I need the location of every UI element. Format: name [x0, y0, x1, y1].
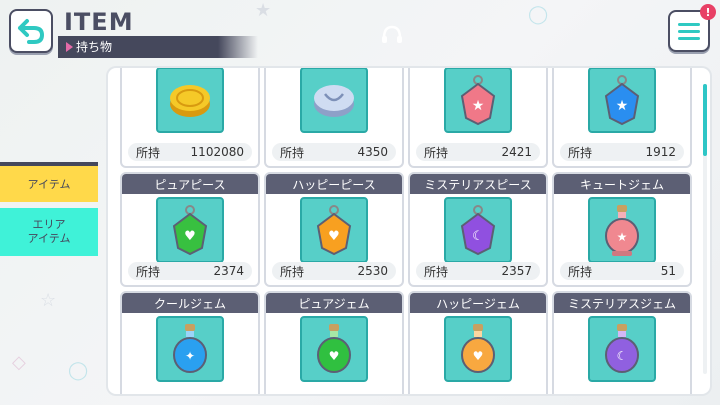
item-card[interactable]: ★ 所持 1912	[552, 68, 692, 168]
item-card[interactable]: ハッピージェム ♥	[408, 291, 548, 394]
item-grid: 所持 1102080 所持 4350 ★ 所持 2421 ★ 所持 1912 ピ…	[120, 68, 696, 394]
item-count-row: 所持 2357	[416, 262, 540, 280]
item-count: 2374	[213, 264, 244, 278]
svg-text:✦: ✦	[185, 349, 195, 363]
item-count: 4350	[357, 145, 388, 159]
owned-label: 所持	[280, 264, 305, 279]
blue-star-piece-icon: ★	[604, 75, 640, 126]
back-arrow-icon	[18, 19, 44, 44]
item-card[interactable]: ピュアピース ♥ 所持 2374	[120, 172, 260, 287]
item-count-row: 所持 2421	[416, 143, 540, 161]
item-name: ミステリアスジェム	[554, 293, 690, 313]
item-card[interactable]: ピュアジェム ♥	[264, 291, 404, 394]
item-icon-frame: ☾	[444, 197, 512, 263]
owned-label: 所持	[424, 264, 449, 279]
tab-item[interactable]: アイテム	[0, 162, 98, 202]
item-count: 1102080	[190, 145, 244, 159]
svg-text:★: ★	[617, 230, 628, 244]
svg-text:♥: ♥	[329, 349, 340, 363]
item-count: 2357	[501, 264, 532, 278]
item-count: 51	[660, 264, 676, 278]
headphones-icon	[382, 25, 402, 43]
pink-star-piece-icon: ★	[460, 75, 496, 126]
item-count-row: 所持 1912	[560, 143, 684, 161]
svg-text:♥: ♥	[184, 229, 196, 244]
background-star-icon: ☆	[40, 290, 57, 311]
item-card[interactable]: キュートジェム ★ 所持 51	[552, 172, 692, 287]
item-icon-frame	[300, 68, 368, 133]
gold-coin-icon	[170, 85, 210, 117]
owned-label: 所持	[280, 145, 305, 160]
pink-jewel-bottle-icon: ★	[605, 205, 639, 256]
item-name: ハッピーピース	[266, 174, 402, 194]
item-name: ピュアピース	[122, 174, 258, 194]
background-circle-icon: ◯	[528, 4, 549, 25]
tab-area-item[interactable]: エリア アイテム	[0, 208, 98, 256]
owned-label: 所持	[568, 264, 593, 279]
item-name: ミステリアスピース	[410, 174, 546, 194]
item-card[interactable]: ミステリアスピース ☾ 所持 2357	[408, 172, 548, 287]
green-jewel-bottle-icon: ♥	[317, 324, 351, 373]
svg-text:♥: ♥	[328, 229, 340, 244]
item-name: ハッピージェム	[410, 293, 546, 313]
page-title: ITEM	[64, 8, 134, 36]
item-count-row: 所持 51	[560, 262, 684, 280]
svg-text:★: ★	[472, 98, 485, 114]
page-header: ITEM 持ち物	[58, 8, 268, 58]
item-card[interactable]: ハッピーピース ♥ 所持 2530	[264, 172, 404, 287]
item-card[interactable]: クールジェム ✦	[120, 291, 260, 394]
item-count-row: 所持 4350	[272, 143, 396, 161]
item-icon-frame: ♥	[300, 197, 368, 263]
item-icon-frame: ✦	[156, 316, 224, 382]
back-button[interactable]	[9, 9, 53, 53]
orange-heart-piece-icon: ♥	[316, 205, 352, 256]
notification-badge: !	[700, 4, 716, 20]
owned-label: 所持	[136, 264, 161, 279]
item-count-row: 所持 1102080	[128, 143, 252, 161]
item-count: 2421	[501, 145, 532, 159]
svg-text:♥: ♥	[473, 349, 484, 363]
blue-jewel-bottle-icon: ✦	[173, 324, 207, 373]
play-arrow-icon	[66, 42, 73, 52]
hamburger-menu-icon	[678, 23, 700, 40]
purple-jewel-bottle-icon: ☾	[605, 324, 639, 373]
item-icon-frame: ★	[444, 68, 512, 133]
item-icon-frame: ★	[588, 197, 656, 263]
item-name: クールジェム	[122, 293, 258, 313]
item-icon-frame: ☾	[588, 316, 656, 382]
item-icon-frame: ★	[588, 68, 656, 133]
owned-label: 所持	[136, 145, 161, 160]
background-circle-icon: ◯	[68, 360, 89, 381]
scrollbar-thumb[interactable]	[703, 84, 707, 156]
item-count: 2530	[357, 264, 388, 278]
green-heart-piece-icon: ♥	[172, 205, 208, 256]
svg-text:☾: ☾	[617, 349, 628, 363]
tab-item-label: アイテム	[27, 178, 71, 191]
item-list-panel[interactable]: 所持 1102080 所持 4350 ★ 所持 2421 ★ 所持 1912 ピ…	[108, 68, 710, 394]
page-subtitle: 持ち物	[76, 40, 113, 54]
item-card[interactable]: ミステリアスジェム ☾	[552, 291, 692, 394]
tab-area-item-label: エリア アイテム	[27, 217, 71, 245]
item-count: 1912	[645, 145, 676, 159]
background-diamond-icon: ◇	[12, 352, 26, 373]
item-card[interactable]: 所持 4350	[264, 68, 404, 168]
svg-text:☾: ☾	[472, 229, 484, 244]
item-count-row: 所持 2530	[272, 262, 396, 280]
item-name: キュートジェム	[554, 174, 690, 194]
orange-jewel-bottle-icon: ♥	[461, 324, 495, 373]
purple-moon-piece-icon: ☾	[460, 205, 496, 256]
item-card[interactable]: 所持 1102080	[120, 68, 260, 168]
item-card[interactable]: ★ 所持 2421	[408, 68, 548, 168]
item-count-row: 所持 2374	[128, 262, 252, 280]
item-icon-frame: ♥	[444, 316, 512, 382]
owned-label: 所持	[424, 145, 449, 160]
item-icon-frame: ♥	[156, 197, 224, 263]
item-icon-frame: ♥	[300, 316, 368, 382]
silver-coin-icon	[314, 85, 354, 117]
svg-text:★: ★	[616, 98, 629, 114]
owned-label: 所持	[568, 145, 593, 160]
item-icon-frame	[156, 68, 224, 133]
item-name: ピュアジェム	[266, 293, 402, 313]
